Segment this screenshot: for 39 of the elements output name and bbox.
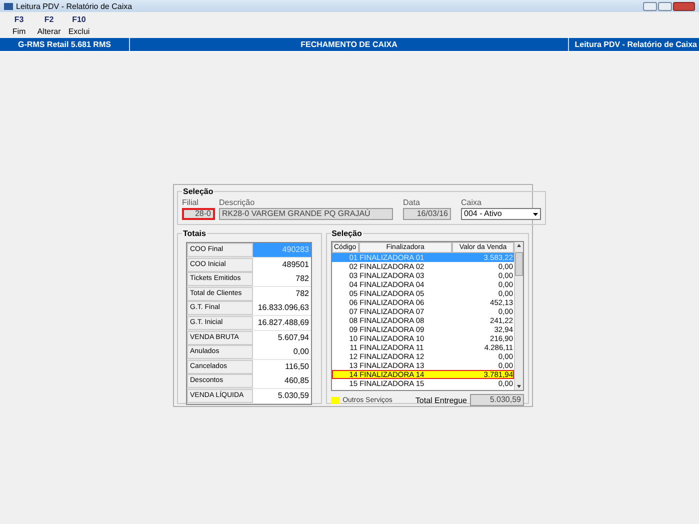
table-cell[interactable]: 489501 — [253, 258, 311, 272]
maximize-button[interactable] — [658, 2, 672, 10]
product-name: G-RMS Retail 5.681 RMS — [0, 38, 130, 51]
table-cell[interactable]: 0,00 — [253, 345, 311, 360]
group-title: Seleção — [182, 187, 214, 196]
caret-icon — [533, 212, 538, 216]
table-cell[interactable]: 116,50 — [253, 360, 311, 374]
toolbar-button[interactable]: F2 Alterar — [36, 12, 62, 38]
up-arrow-icon — [515, 242, 523, 250]
toolbar-button[interactable]: F3 Fim — [6, 12, 32, 38]
field-label: Descrição — [219, 198, 256, 207]
table-cell[interactable]: 782 — [253, 286, 311, 301]
caixa-dropdown[interactable]: 004 - Ativo — [461, 208, 541, 220]
toolbar-button[interactable]: F10 Exclui — [66, 12, 92, 38]
module-name: Leitura PDV - Relatório de Caixa — [574, 39, 698, 51]
table-cell[interactable]: 460,85 — [253, 374, 311, 388]
field-label: Total Entregue — [415, 396, 467, 404]
scroll-thumb[interactable] — [515, 252, 523, 276]
filial-field[interactable]: 28-0 — [182, 208, 215, 220]
scrollbar[interactable] — [514, 242, 523, 390]
date-field[interactable]: 16/03/16 — [403, 208, 451, 220]
table-cell[interactable]: 16.827.488,69 — [253, 316, 311, 330]
field-label: Caixa — [461, 198, 482, 207]
group-title: Seleção — [330, 229, 363, 238]
total-field[interactable]: 5.030,59 — [470, 394, 524, 406]
screen-title: FECHAMENTO DE CAIXA — [130, 38, 569, 51]
app-icon — [4, 2, 13, 10]
description-field[interactable]: RK28-0 VARGEM GRANDE PQ GRAJAÚ — [219, 208, 393, 220]
field-label: Data — [403, 198, 421, 207]
window-title: Leitura PDV - Relatório de Caixa — [16, 2, 132, 10]
table-cell[interactable]: 16.833.096,63 — [253, 301, 311, 316]
close-button[interactable] — [673, 2, 695, 10]
down-arrow-icon — [515, 382, 523, 390]
table-cell[interactable]: 782 — [253, 272, 311, 286]
field-label: Filial — [182, 198, 200, 207]
group-title: Totais — [182, 229, 207, 238]
table-cell[interactable]: 5.607,94 — [253, 330, 311, 345]
table-cell[interactable]: 5.030,59 — [253, 388, 311, 403]
minimize-button[interactable] — [643, 2, 657, 10]
